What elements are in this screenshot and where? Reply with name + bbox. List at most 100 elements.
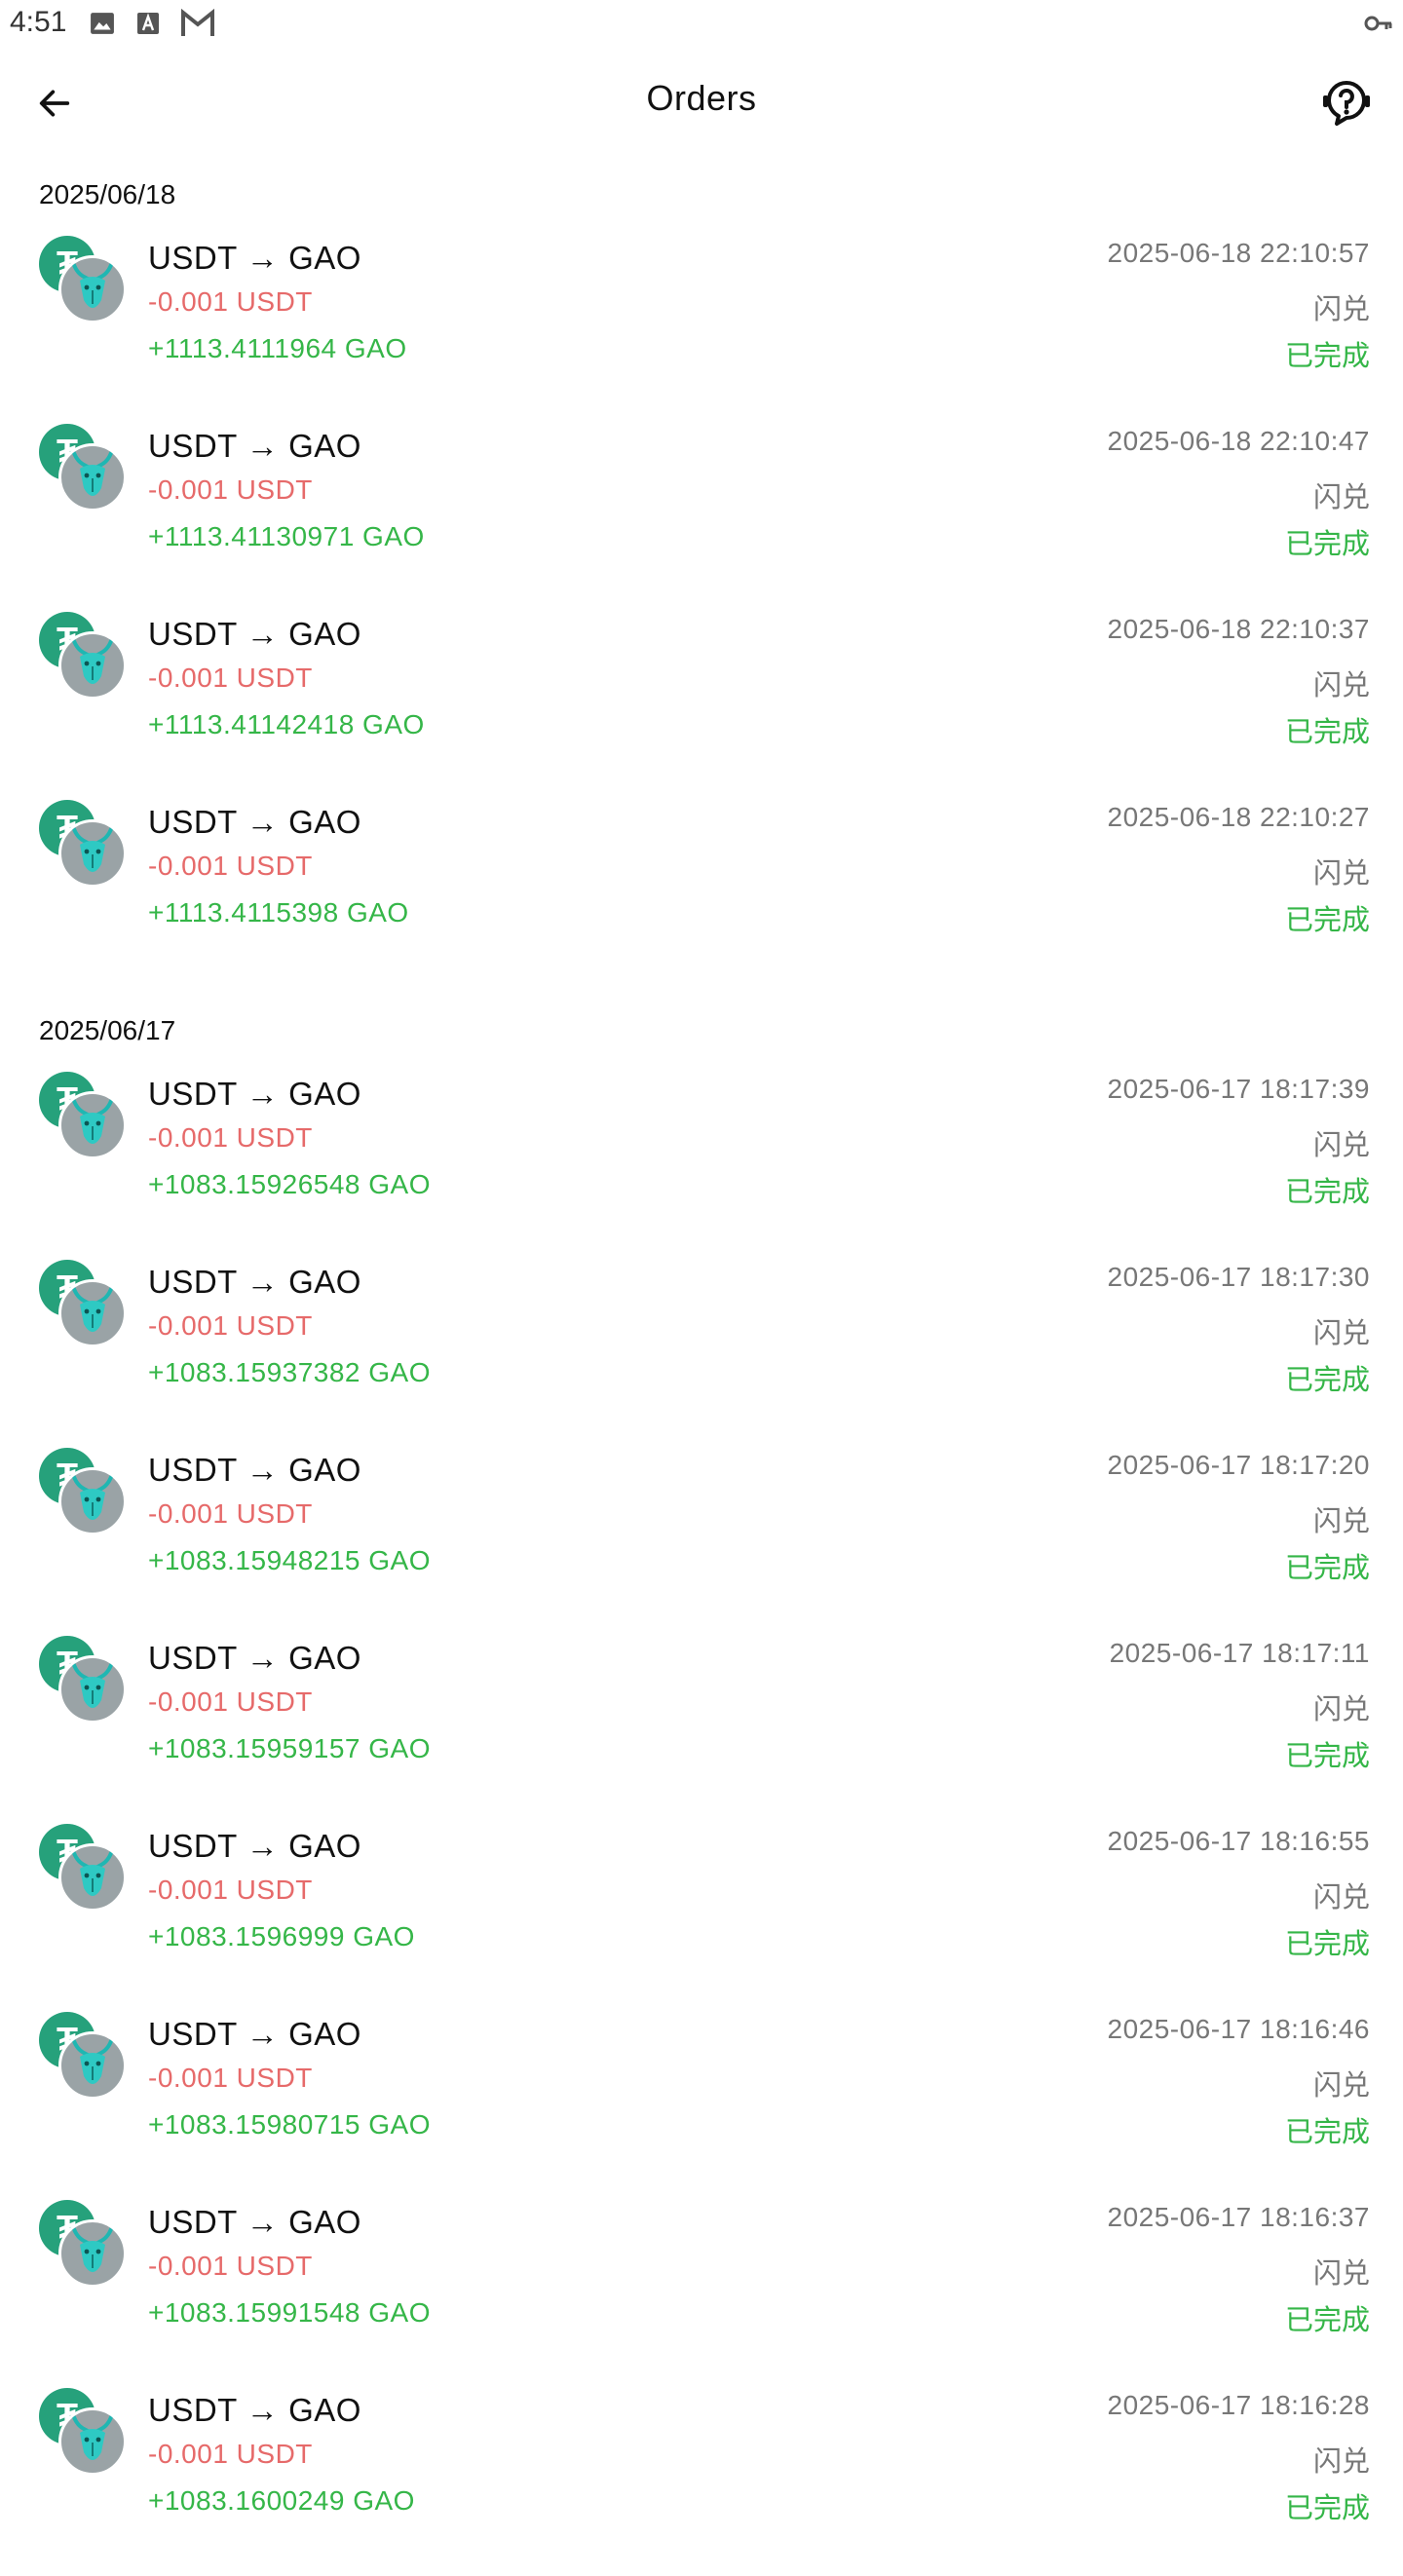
coin-pair-avatar: ₮ bbox=[39, 1260, 127, 1347]
order-pair: USDT → GAO bbox=[148, 1828, 361, 1864]
coin-pair-avatar: ₮ bbox=[39, 1824, 127, 1912]
amount-in: +1083.15991548 GAO bbox=[148, 2297, 432, 2328]
order-type: 闪兑 bbox=[1312, 1694, 1370, 1725]
amount-in: +1083.1596999 GAO bbox=[148, 1921, 415, 1951]
coin-pair-avatar: ₮ bbox=[39, 1636, 127, 1724]
order-status: 已完成 bbox=[1284, 905, 1370, 936]
coin-pair-avatar: ₮ bbox=[39, 1448, 127, 1535]
order-row[interactable]: ₮ USDT → GAO -0.001 USDT +1083.1600249 GAO 2… bbox=[0, 2388, 1403, 2576]
order-row[interactable]: ₮ USDT → GAO -0.001 USDT +1083.1596999 GAO 2… bbox=[0, 1824, 1403, 2012]
order-pair: USDT → GAO bbox=[148, 2392, 361, 2428]
order-row[interactable]: ₮ USDT → GAO -0.001 USDT +1083.15937382 GAO… bbox=[0, 1260, 1403, 1448]
order-list[interactable]: 2025/06/18 ₮ USDT → GAO -0.001 USDT +1113.41… bbox=[0, 152, 1403, 2576]
order-status: 已完成 bbox=[1284, 1929, 1370, 1960]
order-row[interactable]: ₮ USDT → GAO -0.001 USDT +1113.41142418 GAO… bbox=[0, 612, 1403, 800]
goat-icon bbox=[72, 639, 113, 684]
amount-in: +1083.15937382 GAO bbox=[148, 1357, 432, 1387]
amount-out: -0.001 USDT bbox=[148, 2063, 313, 2093]
mail-icon bbox=[181, 9, 214, 37]
order-pair: USDT → GAO bbox=[148, 1452, 361, 1488]
gao-coin-avatar bbox=[58, 1279, 127, 1347]
coin-pair-avatar: ₮ bbox=[39, 236, 127, 323]
order-type: 闪兑 bbox=[1312, 294, 1370, 325]
status-time: 4:51 bbox=[10, 6, 67, 38]
app-bar: Orders bbox=[0, 51, 1403, 152]
help-button[interactable] bbox=[1315, 74, 1378, 133]
amount-out: -0.001 USDT bbox=[148, 1686, 313, 1717]
order-type: 闪兑 bbox=[1312, 670, 1370, 701]
amount-in: +1083.15948215 GAO bbox=[148, 1545, 432, 1575]
date-label: 2025/06/18 bbox=[39, 179, 176, 209]
order-row[interactable]: ₮ USDT → GAO -0.001 USDT +1083.15959157 GAO… bbox=[0, 1636, 1403, 1824]
order-status: 已完成 bbox=[1284, 2305, 1370, 2336]
order-status: 已完成 bbox=[1284, 1365, 1370, 1396]
order-time: 2025-06-17 18:17:20 bbox=[1107, 1450, 1370, 1480]
gao-coin-avatar bbox=[58, 255, 127, 323]
goat-icon bbox=[72, 2415, 113, 2460]
amount-in: +1113.4115398 GAO bbox=[148, 897, 409, 928]
amount-out: -0.001 USDT bbox=[148, 2439, 313, 2469]
status-bar: 4:51 bbox=[0, 0, 1403, 51]
order-time: 2025-06-18 22:10:57 bbox=[1107, 238, 1370, 268]
goat-icon bbox=[72, 263, 113, 308]
goat-icon bbox=[72, 1287, 113, 1332]
amount-in: +1083.15980715 GAO bbox=[148, 2109, 432, 2140]
order-status: 已完成 bbox=[1284, 341, 1370, 372]
gao-coin-avatar bbox=[58, 1655, 127, 1724]
order-type: 闪兑 bbox=[1312, 2446, 1370, 2478]
order-time: 2025-06-17 18:17:39 bbox=[1107, 1074, 1370, 1104]
order-status: 已完成 bbox=[1284, 717, 1370, 748]
order-time: 2025-06-18 22:10:37 bbox=[1107, 614, 1370, 644]
order-type: 闪兑 bbox=[1312, 1318, 1370, 1349]
order-pair: USDT → GAO bbox=[148, 1264, 361, 1300]
amount-in: +1083.15926548 GAO bbox=[148, 1169, 432, 1199]
order-type: 闪兑 bbox=[1312, 2258, 1370, 2290]
gao-coin-avatar bbox=[58, 2031, 127, 2100]
order-type: 闪兑 bbox=[1312, 1506, 1370, 1537]
amount-out: -0.001 USDT bbox=[148, 1498, 313, 1529]
order-row[interactable]: ₮ USDT → GAO -0.001 USDT +1083.15926548 GAO… bbox=[0, 1072, 1403, 1260]
order-type: 闪兑 bbox=[1312, 1882, 1370, 1913]
coin-pair-avatar: ₮ bbox=[39, 2200, 127, 2288]
gao-coin-avatar bbox=[58, 819, 127, 888]
order-status: 已完成 bbox=[1284, 2493, 1370, 2524]
gao-coin-avatar bbox=[58, 1467, 127, 1535]
order-pair: USDT → GAO bbox=[148, 1640, 361, 1676]
coin-pair-avatar: ₮ bbox=[39, 612, 127, 700]
order-time: 2025-06-17 18:17:30 bbox=[1107, 1262, 1370, 1292]
gao-coin-avatar bbox=[58, 1843, 127, 1912]
date-label: 2025/06/17 bbox=[39, 1015, 176, 1045]
text-a-icon bbox=[136, 10, 160, 37]
help-circle-icon bbox=[1323, 81, 1370, 126]
order-status: 已完成 bbox=[1284, 529, 1370, 560]
amount-in: +1083.15959157 GAO bbox=[148, 1733, 432, 1763]
order-row[interactable]: ₮ USDT → GAO -0.001 USDT +1113.4115398 GAO 2… bbox=[0, 800, 1403, 988]
order-row[interactable]: ₮ USDT → GAO -0.001 USDT +1083.15980715 GAO… bbox=[0, 2012, 1403, 2200]
amount-out: -0.001 USDT bbox=[148, 2251, 313, 2281]
order-pair: USDT → GAO bbox=[148, 2204, 361, 2240]
amount-out: -0.001 USDT bbox=[148, 1875, 313, 1905]
goat-icon bbox=[72, 827, 113, 872]
order-pair: USDT → GAO bbox=[148, 428, 361, 464]
order-row[interactable]: ₮ USDT → GAO -0.001 USDT +1113.41130971 GAO… bbox=[0, 424, 1403, 612]
order-time: 2025-06-17 18:16:55 bbox=[1107, 1826, 1370, 1856]
gao-coin-avatar bbox=[58, 631, 127, 700]
order-row[interactable]: ₮ USDT → GAO -0.001 USDT +1083.15948215 GAO… bbox=[0, 1448, 1403, 1636]
order-time: 2025-06-17 18:17:11 bbox=[1109, 1638, 1370, 1668]
order-row[interactable]: ₮ USDT → GAO -0.001 USDT +1113.4111964 GAO 2… bbox=[0, 236, 1403, 424]
image-icon bbox=[90, 10, 115, 37]
coin-pair-avatar: ₮ bbox=[39, 424, 127, 511]
order-time: 2025-06-17 18:16:28 bbox=[1107, 2390, 1370, 2420]
order-pair: USDT → GAO bbox=[148, 240, 361, 276]
order-row[interactable]: ₮ USDT → GAO -0.001 USDT +1083.15991548 GAO… bbox=[0, 2200, 1403, 2388]
goat-icon bbox=[72, 1099, 113, 1144]
goat-icon bbox=[72, 2227, 113, 2272]
goat-icon bbox=[72, 2039, 113, 2084]
coin-pair-avatar: ₮ bbox=[39, 2012, 127, 2100]
order-type: 闪兑 bbox=[1312, 858, 1370, 890]
goat-icon bbox=[72, 1475, 113, 1520]
amount-in: +1113.41130971 GAO bbox=[148, 521, 425, 551]
order-pair: USDT → GAO bbox=[148, 804, 361, 840]
date-header: 2025/06/18 bbox=[0, 152, 1403, 236]
amount-in: +1113.41142418 GAO bbox=[148, 709, 425, 739]
